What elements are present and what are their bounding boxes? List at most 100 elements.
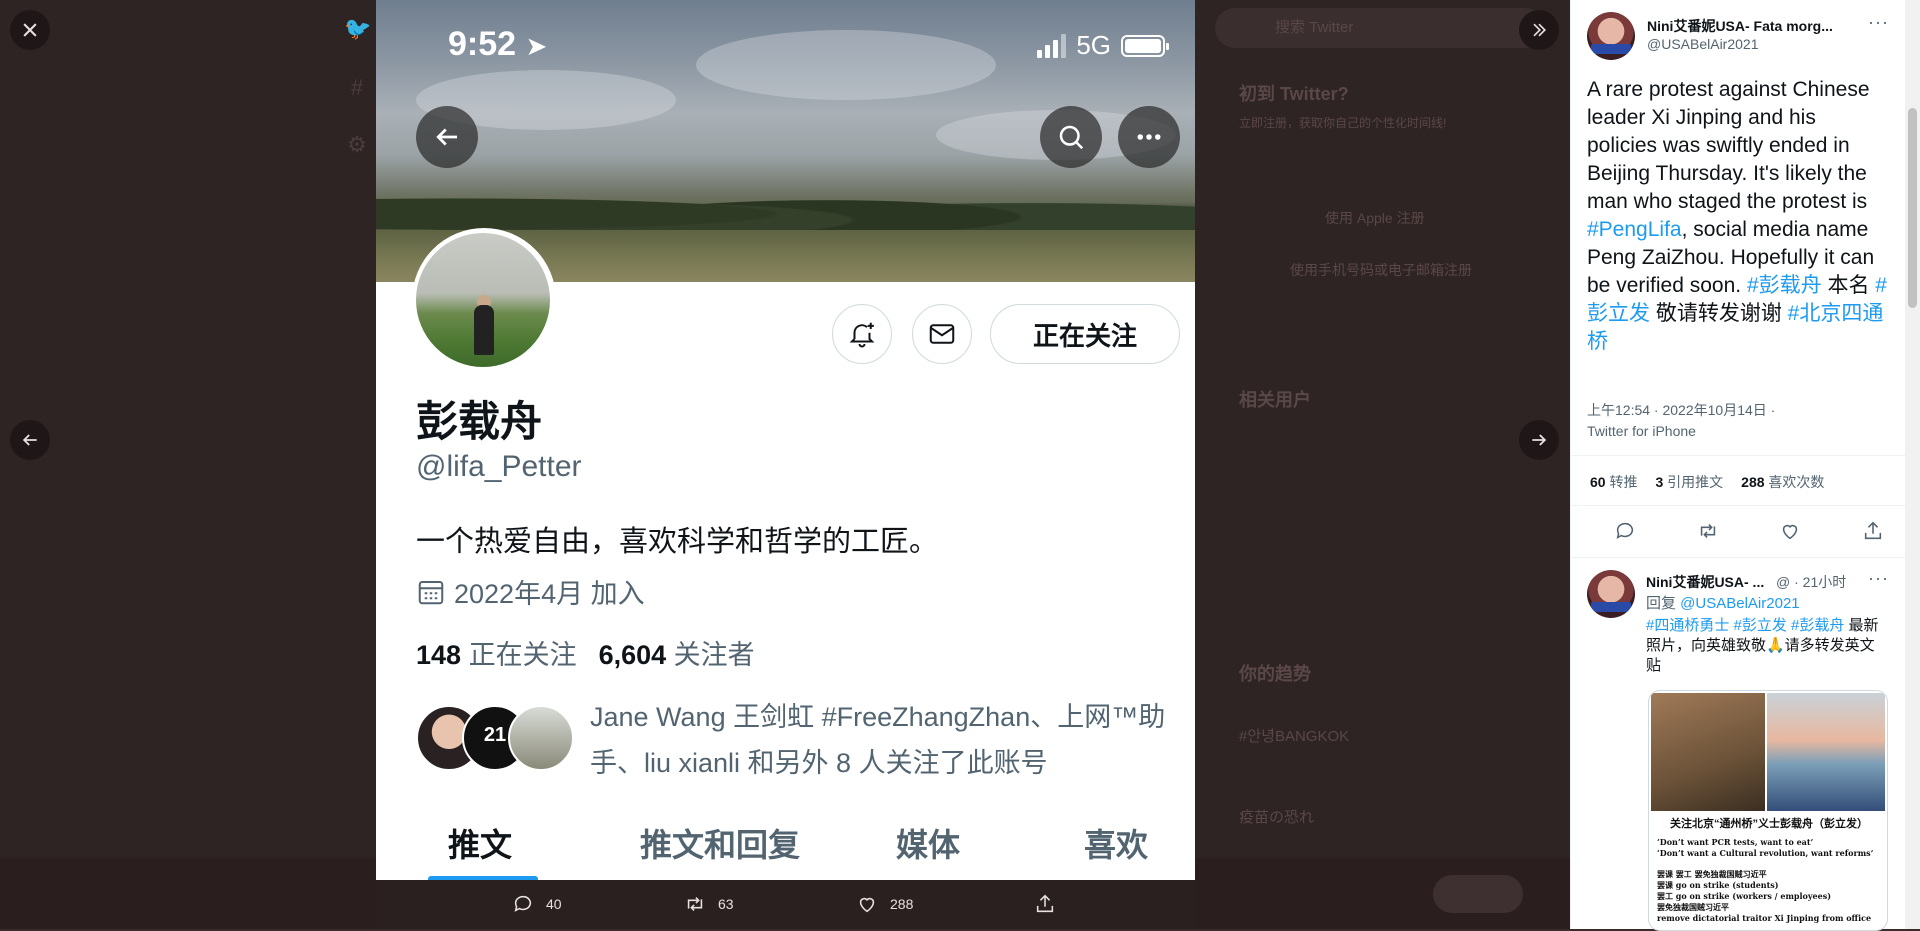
twitter-logo-icon: 🐦 [344,16,372,41]
hashtag-penglifa[interactable]: #PengLifa [1587,218,1682,241]
reply-image[interactable]: 关注北京“通州桥”义士彭载舟（彭立发） ‘Don’t want PCR test… [1648,690,1888,931]
author-name[interactable]: Nini艾番妮USA- Fata morg... [1647,16,1833,36]
more-button [1118,106,1180,168]
reply-image-line: ‘Don’t want PCR tests, want to eat’ [1657,837,1814,847]
reply-author-avatar[interactable] [1587,570,1635,618]
chevrons-right-icon [1533,23,1547,37]
retweet-action[interactable]: 63 [684,893,734,915]
bg-trend-2: 疫苗の恐れ [1239,809,1315,826]
reply-action[interactable]: 40 [512,893,562,915]
reply-icon[interactable] [1614,520,1636,542]
bg-trends: 你的趋势 [1239,664,1311,684]
tab-media: 媒体 [896,827,961,863]
like-count: 288 [890,896,914,912]
reply-hashtags[interactable]: #四通桥勇士 #彭立发 #彭载舟 [1646,617,1844,634]
tab-likes: 喜欢 [1084,827,1149,863]
bg-signup-text: 立即注册，获取你自己的个性化时间线! [1239,116,1447,130]
previous-media-button[interactable] [10,420,50,460]
author-avatar[interactable] [1587,12,1635,60]
tweet-stats: 60 转推 3 引用推文 288 喜欢次数 [1590,472,1824,492]
replying-to: 回复 @USABelAir2021 [1646,595,1800,612]
retweets-stat[interactable]: 60 转推 [1590,472,1637,492]
background-right-column: 搜索 Twitter 初到 Twitter? 立即注册，获取你自己的个性化时间线… [1215,0,1570,929]
reply-more-icon[interactable]: ··· [1868,568,1889,589]
media-image[interactable]: 9:52 ➤ 5G 正在关注 彭载舟 @lifa_Petter 一个热爱自由，喜… [376,0,1195,880]
reply-author-handle[interactable]: @ · 21小时 [1776,572,1846,592]
like-action[interactable]: 288 [856,893,913,915]
bg-trend-1: #안녕BANGKOK [1239,728,1350,745]
share-action[interactable] [1034,893,1056,915]
tweet-more-icon[interactable]: ··· [1868,12,1889,33]
tab-tweets: 推文 [448,827,513,863]
reply-count: 40 [546,896,562,912]
following-stat: 148 正在关注 [416,640,577,670]
more-dots-icon [1137,134,1161,140]
reply-image-line: 罢课 go on strike (students) [1657,880,1779,890]
retweet-icon [687,897,703,911]
bg-phone-signup: 使用手机号码或电子邮箱注册 [1290,262,1472,278]
joined-text: 2022年4月 加入 [454,579,645,609]
explore-icon: # [350,75,364,100]
back-button [416,106,478,168]
replying-to-handle[interactable]: @USABelAir2021 [1680,595,1799,612]
reply-image-line: 罢工 go on strike (workers / employees) [1657,891,1832,901]
tweet-meta: 上午12:54 · 2022年10月14日 · Twitter for iPho… [1587,400,1887,442]
heart-icon[interactable] [1779,520,1801,542]
divider [1570,557,1905,558]
arrow-left-icon [22,434,37,446]
tweet-timestamp[interactable]: 上午12:54 · 2022年10月14日 · [1587,402,1775,418]
tweet-text: A rare protest against Chinese leader Xi… [1587,78,1887,353]
collapse-sidebar-button[interactable] [1519,10,1559,50]
profile-handle: @lifa_Petter [416,450,582,483]
bg-related-users: 相关用户 [1239,390,1311,410]
followed-by-text: Jane Wang 王剑虹 #FreeZhangZhan、上网™助手、liu x… [590,702,1166,778]
tab-tweets-replies: 推文和回复 [640,827,801,863]
status-time: 9:52 ➤ [448,25,548,63]
reply-image-line: 罢课 罢工 罢免独裁国贼习近平 [1657,869,1767,879]
tweet-actions [1614,520,1884,542]
quotes-stat[interactable]: 3 引用推文 [1655,472,1723,492]
reply-author-name[interactable]: Nini艾番妮USA- ... [1646,572,1764,592]
divider [1570,455,1905,456]
next-media-button[interactable] [1519,420,1559,460]
reply-image-line: 罢免独裁国贼习近平 [1657,902,1729,912]
share-icon [1036,894,1054,913]
likes-stat[interactable]: 288 喜欢次数 [1741,472,1824,492]
hashtag-pengzaizhou[interactable]: #彭载舟 [1747,274,1822,297]
close-button[interactable] [10,10,50,50]
search-icon [1059,125,1084,150]
reply-text: #四通桥勇士 #彭立发 #彭载舟 最新照片，向英雄致敬🙏请多转发英文贴 [1646,617,1879,674]
reply-icon [514,895,532,912]
heart-icon [859,897,875,913]
signal-icon [1037,33,1067,58]
bg-apple-signup: 使用 Apple 注册 [1325,210,1425,226]
arrow-right-icon [1532,434,1547,446]
divider [1570,505,1905,506]
retweet-icon[interactable] [1697,520,1719,542]
profile-joined: 2022年4月 加入 [416,572,645,611]
bg-search-placeholder: 搜索 Twitter [1275,19,1354,36]
share-icon[interactable] [1862,520,1884,542]
reply-image-line: remove dictatorial traitor Xi Jinping fr… [1657,913,1872,923]
bell-plus-icon [849,322,875,348]
battery-icon [1121,34,1169,57]
retweet-count: 63 [718,896,734,912]
sidebar-scroll-thumb[interactable] [1908,108,1917,308]
tweet-source[interactable]: Twitter for iPhone [1587,423,1696,439]
network-label: 5G [1076,30,1111,60]
bg-new-to-twitter: 初到 Twitter? [1239,84,1349,104]
followers-stat: 6,604 关注者 [598,640,755,670]
profile-name: 彭载舟 [416,398,543,445]
reply-image-line: ‘Don’t want a Cultural revolution, want … [1657,848,1874,858]
following-button: 正在关注 [990,304,1180,364]
mail-icon [929,324,955,344]
notify-button [832,304,892,364]
author-handle[interactable]: @USABelAir2021 [1647,36,1759,52]
settings-icon: ⚙ [347,132,367,157]
search-button [1040,106,1102,168]
reply-image-title: 关注北京“通州桥”义士彭载舟（彭立发） [1670,818,1868,830]
profile-avatar [416,233,550,367]
bg-login-button [1433,875,1523,913]
message-button [912,304,972,364]
profile-bio: 一个热爱自由，喜欢科学和哲学的工匠。 [416,526,939,558]
